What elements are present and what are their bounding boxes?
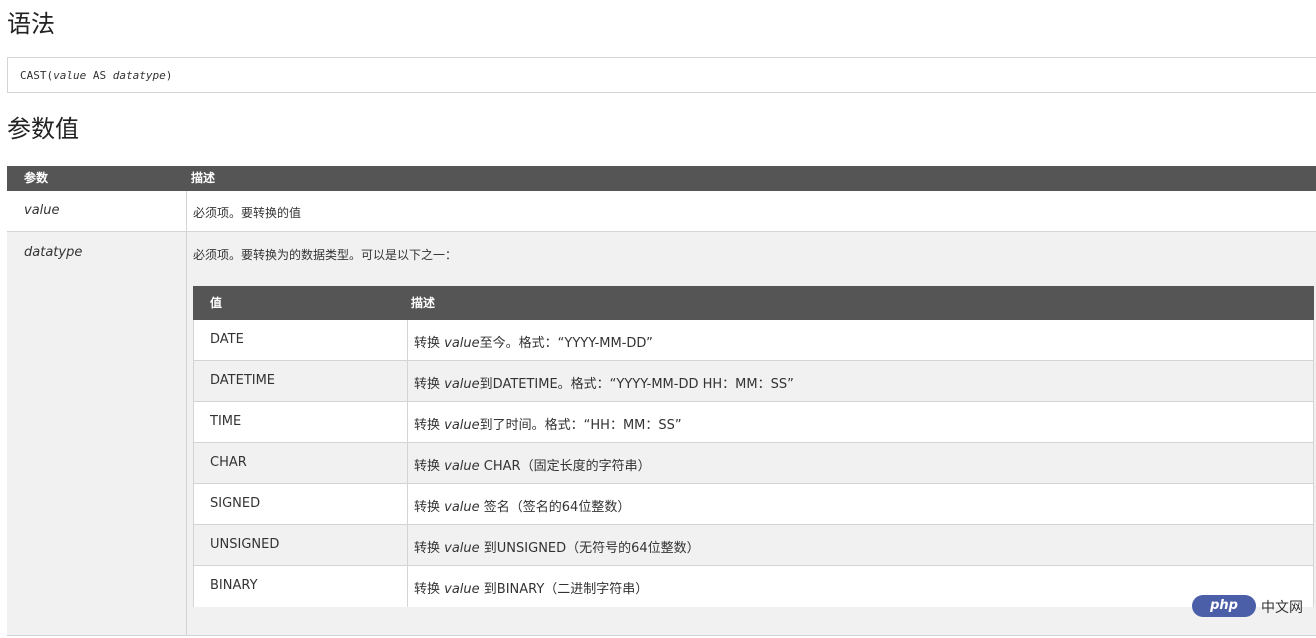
datatype-value: BINARY	[210, 578, 258, 593]
datatype-value: DATETIME	[210, 373, 276, 388]
table-row: TIME 转换 value到了时间。格式：“HH：MM：SS”	[194, 402, 1313, 443]
syntax-code-block: CAST(value AS datatype)	[7, 57, 1316, 93]
parameter-table-header: 参数 描述	[7, 166, 1316, 191]
table-row: value 必须项。要转换的值	[7, 191, 1316, 232]
datatype-value: DATE	[210, 332, 244, 347]
code-close-paren: )	[165, 69, 173, 82]
parameter-name: datatype	[24, 245, 83, 260]
datatype-description: 转换 value到了时间。格式：“HH：MM：SS”	[414, 418, 682, 433]
parameter-table: 参数 描述 value 必须项。要转换的值 datatype 必须项。要转换为的…	[7, 166, 1316, 636]
datatype-table: 值 描述 DATE 转换 value至今。格式：“YYYY-MM-DD” DAT…	[193, 286, 1314, 607]
value-cell: BINARY	[194, 566, 408, 607]
parameter-description: 必须项。要转换为的数据类型。可以是以下之一：	[193, 248, 458, 262]
value-cell: SIGNED	[194, 484, 408, 524]
table-row: DATE 转换 value至今。格式：“YYYY-MM-DD”	[194, 320, 1313, 361]
watermark-site-name: 中文网	[1261, 600, 1303, 616]
parameter-name-cell: value	[7, 191, 187, 231]
code-function: CAST(	[20, 69, 54, 82]
datatype-value: UNSIGNED	[210, 537, 280, 552]
table-row: datatype 必须项。要转换为的数据类型。可以是以下之一： 值 描述 DAT…	[7, 232, 1316, 636]
datatype-value: CHAR	[210, 455, 247, 470]
datatype-description: 转换 value CHAR（固定长度的字符串）	[414, 459, 651, 474]
parameter-name: value	[24, 203, 60, 218]
value-cell: TIME	[194, 402, 408, 442]
watermark-logo-text: php	[1210, 598, 1238, 613]
column-header-description: 描述	[191, 171, 216, 185]
table-row: SIGNED 转换 value 签名（签名的64位整数）	[194, 484, 1313, 525]
value-cell: UNSIGNED	[194, 525, 408, 565]
value-cell: CHAR	[194, 443, 408, 483]
datatype-description: 转换 value至今。格式：“YYYY-MM-DD”	[414, 336, 653, 351]
code-as-keyword: AS	[86, 69, 113, 82]
datatype-description: 转换 value到DATETIME。格式：“YYYY-MM-DD HH：MM：S…	[414, 377, 794, 392]
column-header-description: 描述	[411, 296, 436, 310]
params-heading: 参数值	[7, 115, 79, 143]
column-header-parameter: 参数	[24, 171, 49, 185]
datatype-table-header: 值 描述	[193, 286, 1314, 320]
table-row: CHAR 转换 value CHAR（固定长度的字符串）	[194, 443, 1313, 484]
table-row: UNSIGNED 转换 value 到UNSIGNED（无符号的64位整数）	[194, 525, 1313, 566]
datatype-description: 转换 value 到BINARY（二进制字符串）	[414, 582, 649, 597]
code-datatype-arg: datatype	[112, 69, 166, 82]
value-cell: DATE	[194, 320, 408, 360]
code-value-arg: value	[53, 69, 87, 82]
parameter-description: 必须项。要转换的值	[193, 206, 302, 220]
table-row: DATETIME 转换 value到DATETIME。格式：“YYYY-MM-D…	[194, 361, 1313, 402]
datatype-value: TIME	[210, 414, 242, 429]
site-watermark: php 中文网	[1192, 593, 1312, 619]
column-header-value: 值	[210, 296, 223, 310]
table-row: BINARY 转换 value 到BINARY（二进制字符串）	[194, 566, 1313, 607]
value-cell: DATETIME	[194, 361, 408, 401]
datatype-value: SIGNED	[210, 496, 261, 511]
syntax-heading: 语法	[7, 10, 55, 38]
datatype-description: 转换 value 签名（签名的64位整数）	[414, 500, 631, 515]
datatype-description: 转换 value 到UNSIGNED（无符号的64位整数）	[414, 541, 700, 556]
parameter-name-cell: datatype	[7, 232, 187, 635]
